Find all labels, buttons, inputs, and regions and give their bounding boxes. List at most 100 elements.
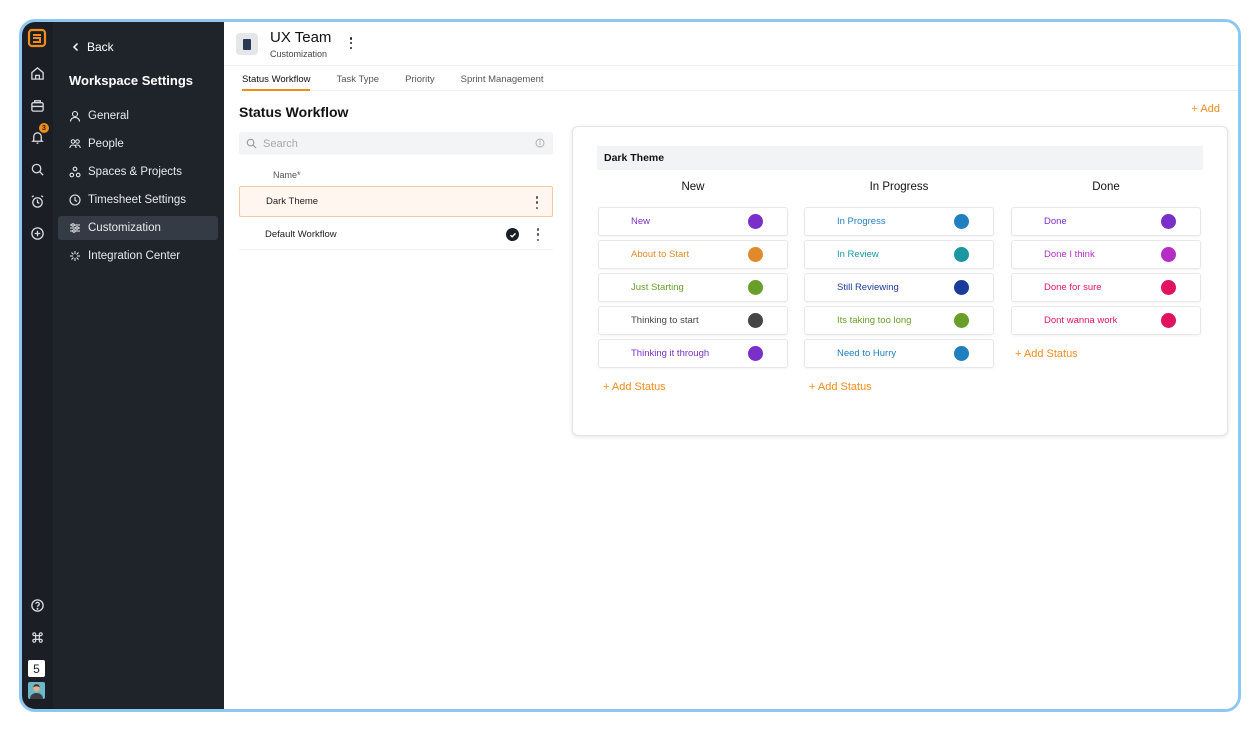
home-icon[interactable] — [26, 62, 48, 84]
status-card[interactable]: Done for sure — [1011, 273, 1201, 302]
status-label: Dont wanna work — [1044, 315, 1118, 326]
back-button[interactable]: Back — [71, 40, 114, 54]
status-label: Need to Hurry — [837, 348, 897, 359]
add-workflow-button[interactable]: + Add — [1192, 103, 1220, 115]
sidebar-item-customization[interactable]: Customization — [58, 216, 218, 240]
sidebar-item-label: Spaces & Projects — [88, 166, 182, 178]
back-label: Back — [87, 40, 114, 54]
workflow-name: Default Workflow — [265, 228, 337, 240]
command-icon[interactable] — [26, 626, 48, 648]
sidebar-item-timesheet-settings[interactable]: Timesheet Settings — [58, 188, 218, 212]
user-icon — [69, 110, 81, 122]
workflow-detail-panel: Dark Theme New In Progress Done New Abou… — [572, 126, 1228, 436]
status-color-dot[interactable] — [1161, 280, 1176, 295]
add-status-button-in-progress[interactable]: + Add Status — [809, 381, 872, 393]
app-frame: 3 5 Back Workspace Settings General Peop… — [19, 19, 1241, 712]
status-card[interactable]: New — [598, 207, 788, 236]
status-card[interactable]: In Progress — [804, 207, 994, 236]
info-icon[interactable] — [535, 138, 545, 148]
clock-icon — [69, 194, 81, 206]
app-logo-icon[interactable] — [27, 28, 47, 48]
tab-task-type[interactable]: Task Type — [336, 67, 379, 91]
status-color-dot[interactable] — [748, 280, 763, 295]
integration-icon — [70, 251, 80, 261]
status-card[interactable]: Thinking it through — [598, 339, 788, 368]
sidebar-item-integration-center[interactable]: Integration Center — [58, 244, 218, 268]
tab-sprint-management[interactable]: Sprint Management — [461, 67, 544, 91]
status-label: Done for sure — [1044, 282, 1102, 293]
status-card[interactable]: About to Start — [598, 240, 788, 269]
sliders-icon — [70, 223, 80, 233]
workspace-number-badge[interactable]: 5 — [28, 660, 45, 677]
tab-priority[interactable]: Priority — [405, 67, 435, 91]
add-circle-icon[interactable] — [26, 222, 48, 244]
status-label: Still Reviewing — [837, 282, 899, 293]
search-box — [239, 132, 553, 155]
notification-badge: 3 — [39, 123, 49, 133]
add-status-button-done[interactable]: + Add Status — [1015, 348, 1078, 360]
status-color-dot[interactable] — [748, 313, 763, 328]
spaces-icon — [69, 166, 81, 178]
status-card[interactable]: Still Reviewing — [804, 273, 994, 302]
sidebar-item-label: Customization — [88, 222, 161, 234]
search-input[interactable] — [263, 137, 523, 150]
status-color-dot[interactable] — [954, 346, 969, 361]
status-color-dot[interactable] — [954, 214, 969, 229]
page-header: UX Team Customization — [224, 22, 1238, 66]
status-color-dot[interactable] — [748, 247, 763, 262]
search-icon[interactable] — [26, 158, 48, 180]
status-label: Done — [1044, 216, 1067, 227]
workflow-row-default[interactable]: Default Workflow — [239, 219, 553, 250]
status-label: In Review — [837, 249, 879, 260]
row-more-options-icon[interactable] — [535, 228, 541, 241]
status-label: Thinking to start — [631, 315, 699, 326]
section-title: Status Workflow — [239, 104, 349, 120]
avatar[interactable] — [28, 682, 45, 699]
panel-title: Dark Theme — [597, 146, 1203, 170]
sidebar-item-label: General — [88, 110, 129, 122]
status-color-dot[interactable] — [954, 313, 969, 328]
status-color-dot[interactable] — [954, 247, 969, 262]
status-color-dot[interactable] — [748, 214, 763, 229]
sidebar-item-general[interactable]: General — [58, 104, 218, 128]
briefcase-icon[interactable] — [26, 94, 48, 116]
status-label: About to Start — [631, 249, 690, 260]
help-icon[interactable] — [26, 594, 48, 616]
status-color-dot[interactable] — [1161, 214, 1176, 229]
team-name: UX Team — [270, 29, 332, 46]
alarm-clock-icon[interactable] — [26, 190, 48, 212]
status-label: Just Starting — [631, 282, 684, 293]
status-card[interactable]: Dont wanna work — [1011, 306, 1201, 335]
status-color-dot[interactable] — [748, 346, 763, 361]
row-more-options-icon[interactable] — [534, 196, 540, 209]
status-label: Its taking too long — [837, 315, 912, 326]
settings-sidebar: Back Workspace Settings General People S… — [53, 22, 224, 709]
status-card[interactable]: Thinking to start — [598, 306, 788, 335]
bell-icon[interactable]: 3 — [26, 123, 49, 148]
sidebar-item-label: People — [88, 138, 124, 150]
sidebar-item-spaces-projects[interactable]: Spaces & Projects — [58, 160, 218, 184]
add-status-button-new[interactable]: + Add Status — [603, 381, 666, 393]
status-label: New — [631, 216, 651, 227]
chevron-left-icon — [72, 42, 79, 52]
team-more-options-icon[interactable] — [344, 35, 358, 51]
tab-status-workflow[interactable]: Status Workflow — [242, 67, 311, 91]
search-icon — [246, 138, 257, 149]
default-check-icon — [506, 228, 519, 241]
main-content: UX Team Customization Status Workflow Ta… — [224, 22, 1238, 709]
icon-rail: 3 5 — [22, 22, 53, 709]
status-card[interactable]: Need to Hurry — [804, 339, 994, 368]
status-card[interactable]: Just Starting — [598, 273, 788, 302]
status-card[interactable]: Its taking too long — [804, 306, 994, 335]
status-card[interactable]: Done I think — [1011, 240, 1201, 269]
status-label: In Progress — [837, 216, 886, 227]
status-color-dot[interactable] — [1161, 313, 1176, 328]
sidebar-item-people[interactable]: People — [58, 132, 218, 156]
status-color-dot[interactable] — [954, 280, 969, 295]
sidebar-title: Workspace Settings — [69, 73, 194, 88]
status-card[interactable]: In Review — [804, 240, 994, 269]
workflow-row-dark-theme[interactable]: Dark Theme — [239, 186, 553, 217]
column-title-done: Done — [1092, 181, 1120, 193]
status-card[interactable]: Done — [1011, 207, 1201, 236]
status-color-dot[interactable] — [1161, 247, 1176, 262]
